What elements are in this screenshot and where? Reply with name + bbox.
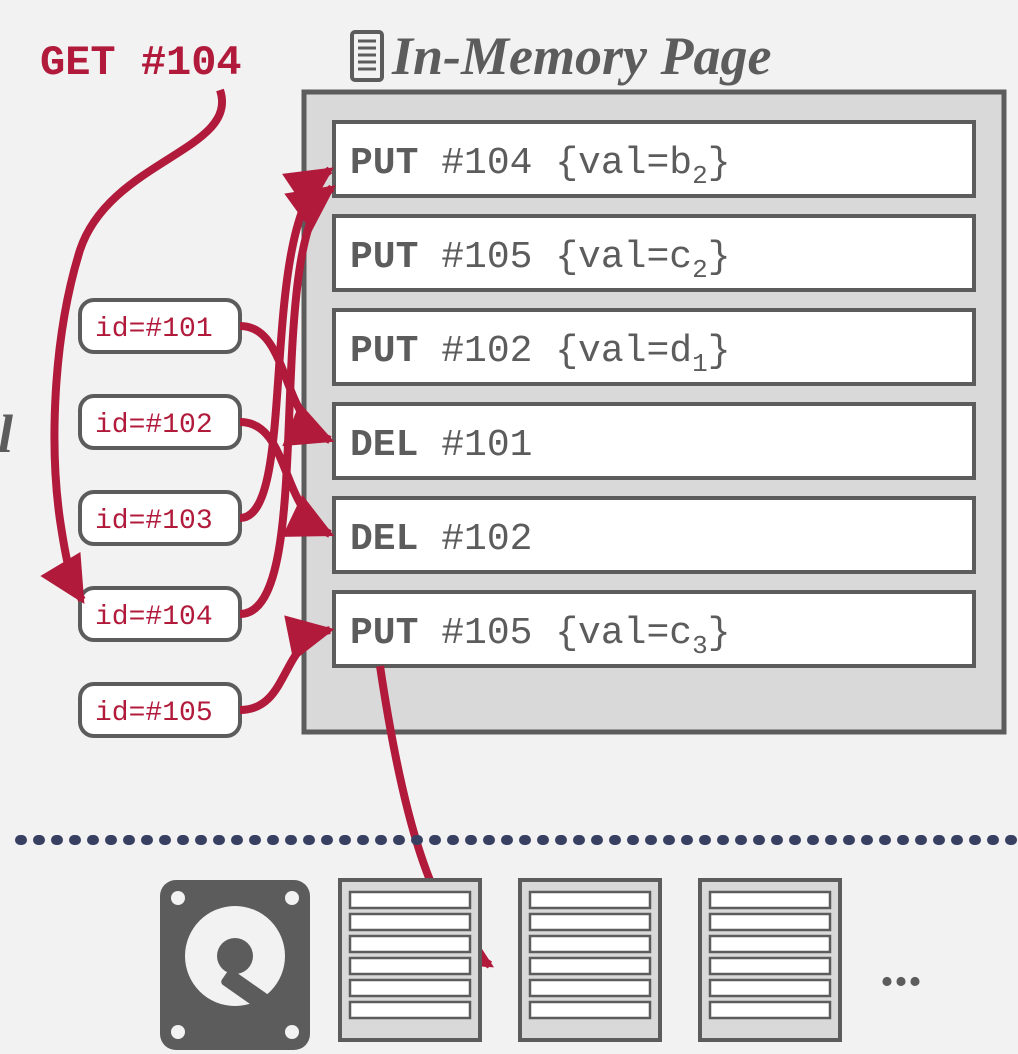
clipped-left-text: l [0,404,13,464]
op-rest: #102 {val=d [418,330,692,373]
id-pill-105: id=#105 [80,684,240,736]
page-title: In-Memory Page [391,26,771,86]
op-rest: #105 {val=c [418,236,692,279]
op-cmd: PUT [350,330,418,373]
title-row: In-Memory Page [352,26,771,86]
sstable-page-1 [520,880,660,1040]
op-sub: 1 [692,349,708,379]
op-sub: 2 [692,255,708,285]
op-row-2: PUT #102 {val=d1} [334,310,974,384]
op-tail: } [708,236,731,279]
op-rest: #105 {val=c [418,612,692,655]
svg-text:PUT #105 {val=c3}: PUT #105 {val=c3} [350,612,731,661]
op-row-5: PUT #105 {val=c3} [334,592,974,666]
op-rest: #104 {val=b [418,142,692,185]
op-cmd: DEL [350,518,418,561]
op-cmd: DEL [350,424,418,467]
in-memory-page: PUT #104 {val=b2} PUT #105 {val=c2} PUT … [304,92,1004,732]
op-tail: } [708,612,731,655]
ellipsis: ... [880,936,922,998]
op-tail: } [708,142,731,185]
svg-text:DEL #101: DEL #101 [350,424,532,467]
op-row-1: PUT #105 {val=c2} [334,216,974,290]
svg-text:PUT #102 {val=d1}: PUT #102 {val=d1} [350,330,731,379]
sstable-page-0 [340,880,480,1040]
svg-text:DEL #102: DEL #102 [350,518,532,561]
lsm-diagram: In-Memory Page GET #104 PUT #104 {val=b2… [0,0,1018,1054]
op-sub: 2 [692,161,708,191]
op-row-4: DEL #102 [334,498,974,572]
op-cmd: PUT [350,142,418,185]
op-sub: 3 [692,631,708,661]
id-pill-104: id=#104 [80,588,240,640]
id-pill-label: id=#101 [95,314,213,345]
svg-text:PUT #105 {val=c2}: PUT #105 {val=c2} [350,236,731,285]
id-pill-label: id=#104 [95,602,213,633]
disk-row: ... [160,880,922,1050]
id-pill-label: id=#105 [95,698,213,729]
op-row-0: PUT #104 {val=b2} [334,122,974,196]
id-pill-102: id=#102 [80,396,240,448]
op-rest: #102 [418,518,532,561]
op-cmd: PUT [350,236,418,279]
get-label: GET #104 [40,39,242,87]
id-pill-label: id=#102 [95,410,213,441]
disk-icon [160,880,310,1050]
svg-text:PUT #104 {val=b2}: PUT #104 {val=b2} [350,142,731,191]
op-row-3: DEL #101 [334,404,974,478]
sstable-page-2 [700,880,840,1040]
op-rest: #101 [418,424,532,467]
id-pill-101: id=#101 [80,300,240,352]
op-cmd: PUT [350,612,418,655]
op-tail: } [708,330,731,373]
id-pill-103: id=#103 [80,492,240,544]
id-pill-label: id=#103 [95,506,213,537]
